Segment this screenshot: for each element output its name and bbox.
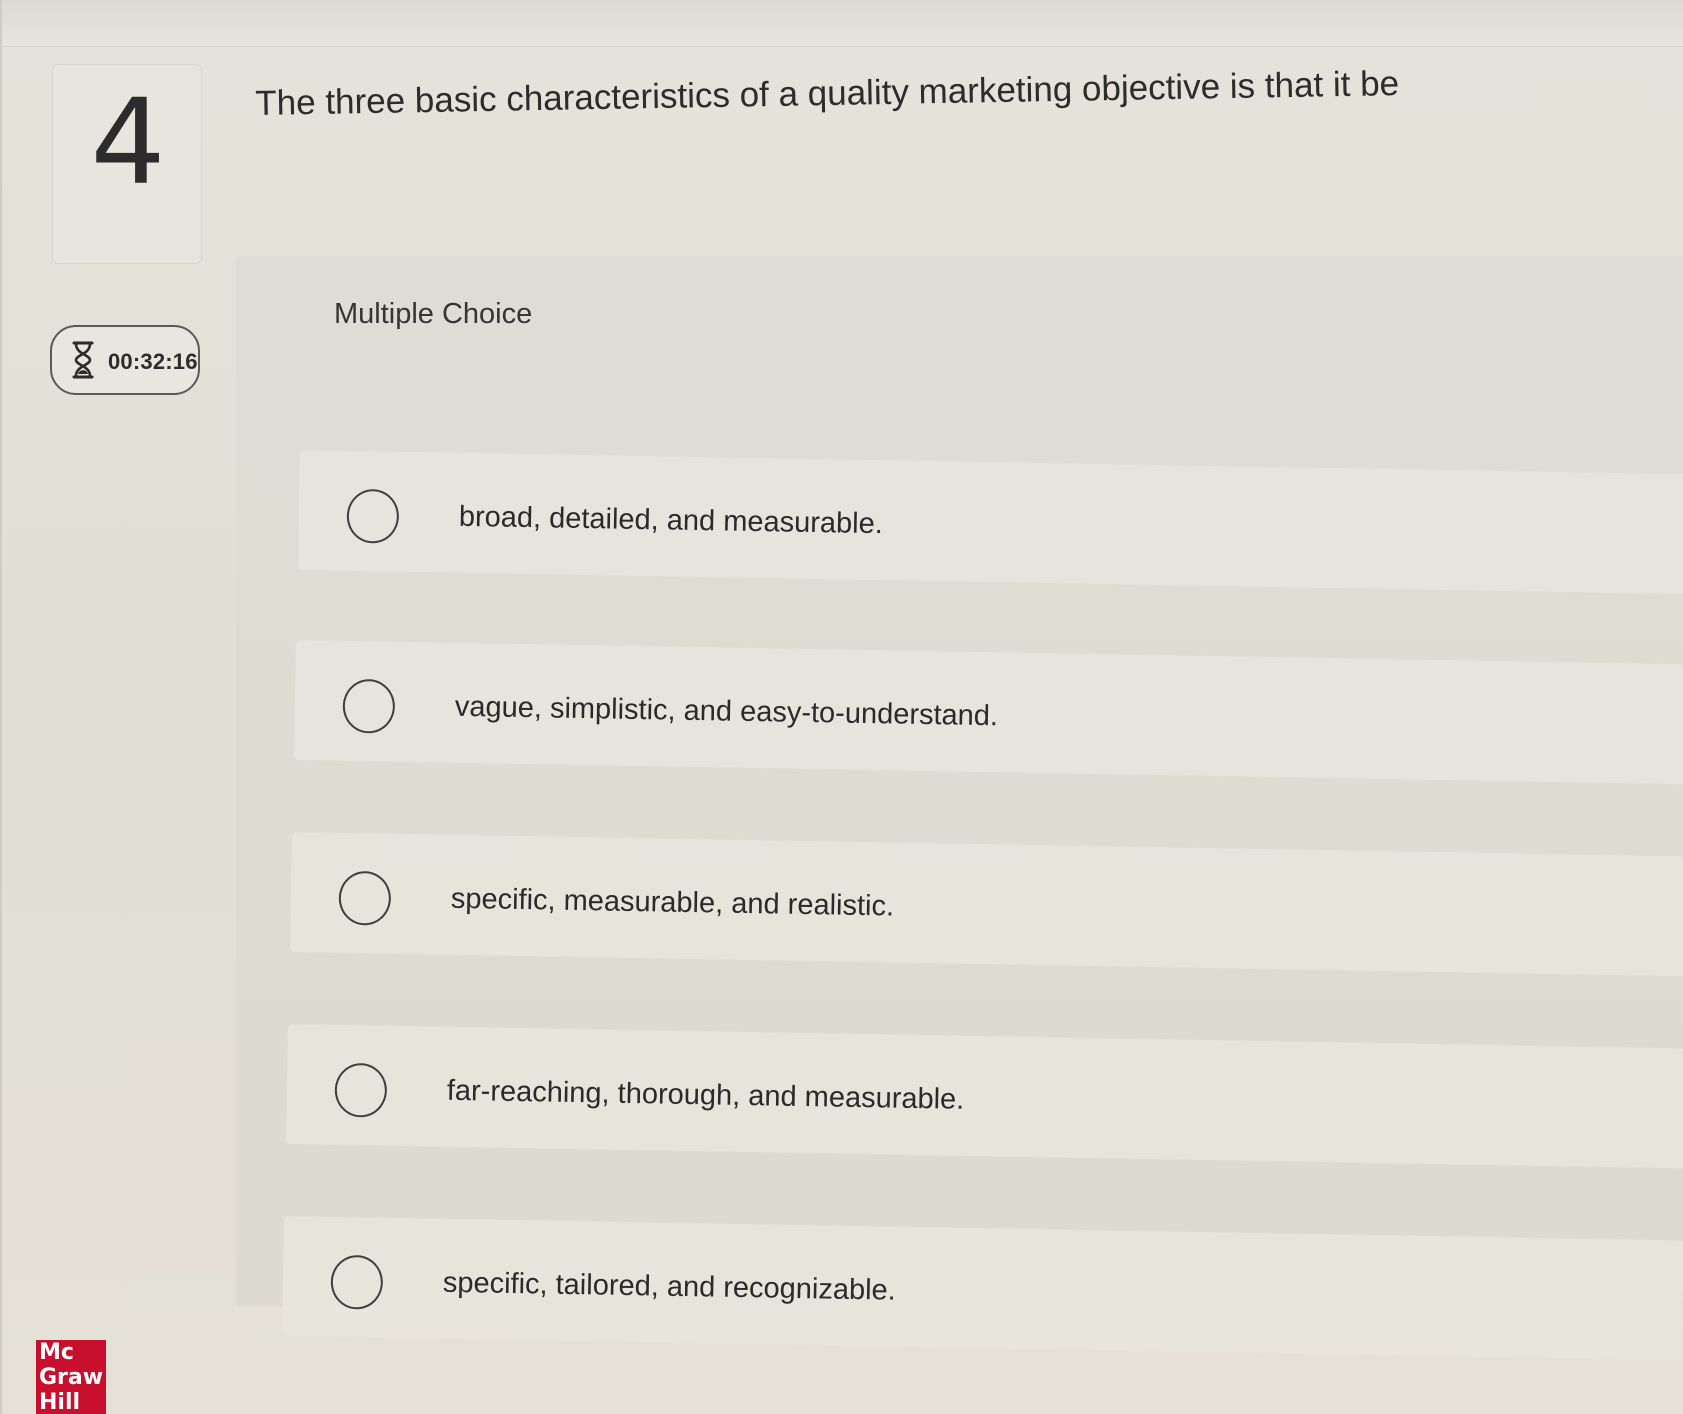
option-radio[interactable] xyxy=(330,1254,384,1310)
quiz-page: 4 00:32:16 The three basic characteristi… xyxy=(0,0,1683,1414)
option-4[interactable]: far-reaching, thorough, and measurable. xyxy=(285,1024,1683,1169)
option-radio[interactable] xyxy=(334,1062,388,1118)
timer-value: 00:32:16 xyxy=(108,349,198,374)
option-radio[interactable] xyxy=(338,870,392,926)
option-label: specific, measurable, and realistic. xyxy=(450,882,895,923)
option-5[interactable]: specific, tailored, and recognizable. xyxy=(281,1216,1683,1361)
question-number-box: 4 xyxy=(52,64,202,264)
option-label: vague, simplistic, and easy-to-understan… xyxy=(454,690,999,733)
timer[interactable]: 00:32:16 xyxy=(50,325,200,395)
option-radio[interactable] xyxy=(346,488,400,544)
question-number: 4 xyxy=(90,73,166,211)
option-1[interactable]: broad, detailed, and measurable. xyxy=(297,450,1683,595)
logo-line-2: Graw xyxy=(39,1365,104,1390)
option-2[interactable]: vague, simplistic, and easy-to-understan… xyxy=(293,640,1683,785)
option-3[interactable]: specific, measurable, and realistic. xyxy=(289,832,1683,977)
option-label: broad, detailed, and measurable. xyxy=(458,500,884,541)
option-label: specific, tailored, and recognizable. xyxy=(442,1266,897,1307)
option-radio[interactable] xyxy=(342,678,396,734)
logo-line-1: Mc xyxy=(39,1340,74,1365)
hourglass-icon xyxy=(72,341,94,379)
logo-line-3: Hill xyxy=(39,1390,81,1414)
question-prompt: The three basic characteristics of a qua… xyxy=(255,64,1400,123)
left-border xyxy=(0,0,2,1414)
question-type-label: Multiple Choice xyxy=(334,298,533,330)
option-label: far-reaching, thorough, and measurable. xyxy=(446,1074,965,1116)
mcgraw-hill-logo: Mc Graw Hill xyxy=(36,1340,106,1414)
top-bar xyxy=(0,0,1683,47)
